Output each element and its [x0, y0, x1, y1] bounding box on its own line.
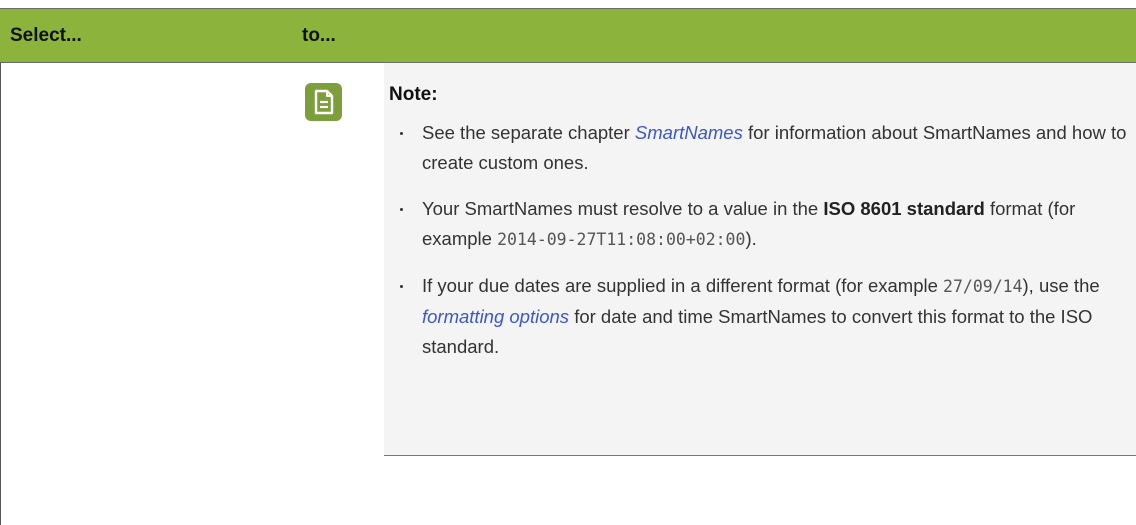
item-text: ), use the	[1022, 275, 1100, 296]
note-title: Note:	[389, 84, 438, 105]
note-list: See the separate chapter SmartNames for …	[396, 118, 1136, 378]
iso-example-code: 2014-09-27T11:08:00+02:00	[497, 230, 746, 249]
note-document-icon	[305, 83, 342, 121]
options-table: Select... to... Note: See the separate c…	[0, 0, 1136, 525]
header-to: to...	[302, 25, 336, 46]
smartnames-link[interactable]: SmartNames	[635, 122, 743, 143]
list-item: If your due dates are supplied in a diff…	[396, 271, 1136, 362]
table-left-border	[0, 63, 1, 525]
item-text: ).	[745, 228, 757, 249]
table-header: Select... to...	[0, 8, 1136, 63]
list-item: Your SmartNames must resolve to a value …	[396, 194, 1136, 255]
item-text: If your due dates are supplied in a diff…	[422, 275, 944, 296]
iso-standard-text: ISO 8601 standard	[823, 198, 985, 219]
date-example-code: 27/09/14	[943, 277, 1023, 296]
header-select: Select...	[10, 25, 82, 46]
item-text: See the separate chapter	[422, 122, 635, 143]
item-text: Your SmartNames must resolve to a value …	[422, 198, 824, 219]
list-item: See the separate chapter SmartNames for …	[396, 118, 1136, 178]
formatting-options-link[interactable]: formatting options	[422, 306, 569, 327]
